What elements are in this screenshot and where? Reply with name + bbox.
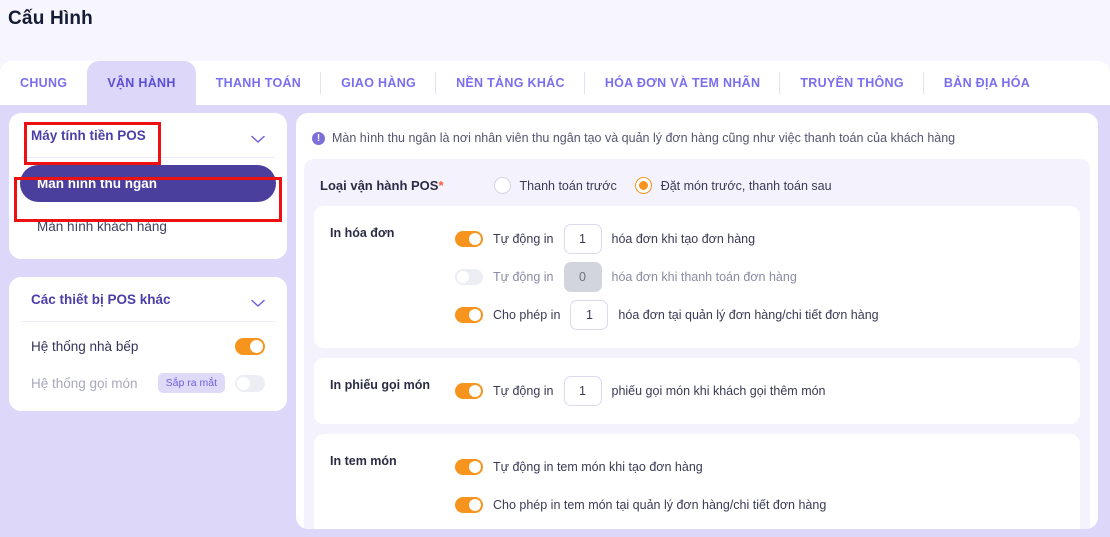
print-group-lines: Tự động in tem món khi tạo đơn hàng Cho p… — [455, 448, 1064, 524]
sidebar-row-order-label: Hệ thống gọi món — [31, 375, 138, 391]
tab-nền-tảng-khác[interactable]: NỀN TẢNG KHÁC — [436, 61, 585, 105]
tab-bar: CHUNG VẬN HÀNH THANH TOÁN GIAO HÀNG NỀN TẢNG… — [0, 61, 1110, 105]
chevron-down-icon[interactable] — [251, 295, 265, 307]
order-system-toggle[interactable] — [235, 374, 265, 392]
print-setting-tail-text: phiếu gọi món khi khách gọi thêm món — [611, 384, 826, 398]
print-count-input[interactable]: 1 — [563, 376, 602, 406]
tab-vận-hành[interactable]: VẬN HÀNH — [87, 61, 196, 105]
print-settings-groups: In hóa đơn Tự động in 1 hóa đơn khi tạo đơn… — [314, 206, 1080, 529]
tab-label: GIAO HÀNG — [341, 76, 417, 90]
tab-thanh-toán[interactable]: THANH TOÁN — [195, 61, 322, 105]
tab-label: VẬN HÀNH — [107, 76, 176, 90]
print-setting-toggle-label: Tự động in — [493, 384, 554, 398]
pos-type-row: Loại vận hành POS* Thanh toán trước Đặt … — [314, 169, 1080, 206]
sidebar-section-other-header[interactable]: Các thiết bị POS khác — [9, 277, 287, 321]
sidebar-divider — [21, 157, 275, 158]
print-setting-toggle-label: Tự động in tem món khi tạo đơn hàng — [493, 460, 703, 474]
main-panel: ! Màn hình thu ngân là nơi nhân viên thu… — [296, 113, 1098, 529]
coming-soon-badge: Sắp ra mắt — [157, 373, 225, 393]
sidebar-card-other-devices: Các thiết bị POS khác Hệ thống nhà bếp H… — [9, 277, 287, 411]
print-setting-toggle[interactable] — [455, 269, 483, 285]
print-setting-toggle-label: Tự động in — [493, 232, 554, 246]
print-setting-line: Cho phép in 1 hóa đơn tại quản lý đơn hàng… — [455, 296, 1064, 334]
sidebar-section-pos-header[interactable]: Máy tính tiền POS — [9, 113, 287, 157]
notice-text: Màn hình thu ngân là nơi nhân viên thu n… — [332, 131, 956, 145]
radio-postpay-icon[interactable] — [634, 177, 652, 194]
sidebar-card-pos: Máy tính tiền POS Màn hình thu ngân Màn … — [9, 113, 287, 259]
print-setting-line: Cho phép in tem món tại quản lý đơn hàng… — [455, 486, 1064, 524]
print-group-label: In tem món — [330, 454, 397, 468]
print-setting-toggle[interactable] — [455, 459, 483, 475]
pos-type-option-prepay[interactable]: Thanh toán trước — [493, 177, 617, 194]
sidebar-row-kitchen-label: Hệ thống nhà bếp — [31, 339, 139, 354]
tab-strip: CHUNG VẬN HÀNH THANH TOÁN GIAO HÀNG NỀN TẢNG… — [0, 61, 1110, 105]
page-title: Cấu Hình — [8, 8, 93, 29]
print-setting-toggle-label: Cho phép in tem món tại quản lý đơn hàng… — [493, 498, 827, 512]
print-setting-toggle-label: Cho phép in — [493, 308, 561, 322]
print-count-input: 0 — [563, 262, 602, 292]
print-count-input[interactable]: 1 — [563, 224, 602, 254]
sidebar-item-customer-screen[interactable]: Màn hình khách hàng — [20, 208, 276, 245]
print-setting-line: Tự động in 1 hóa đơn khi tạo đơn hàng — [455, 220, 1064, 258]
info-icon: ! — [312, 131, 325, 145]
sidebar-row-kitchen-system: Hệ thống nhà bếp — [9, 329, 287, 364]
tab-giao-hàng[interactable]: GIAO HÀNG — [321, 61, 437, 105]
print-setting-toggle[interactable] — [455, 497, 483, 513]
print-setting-toggle[interactable] — [455, 307, 483, 323]
print-setting-line: Tự động in 0 hóa đơn khi thanh toán đơn hà… — [455, 258, 1064, 296]
print-group-card: In tem món Tự động in tem món khi tạo đơn… — [314, 434, 1080, 529]
notice-banner: ! Màn hình thu ngân là nơi nhân viên thu… — [296, 113, 1098, 159]
print-count-input[interactable]: 1 — [570, 300, 609, 330]
print-group: In phiếu gọi món Tự động in 1 phiếu gọi món… — [330, 372, 1064, 410]
pos-type-option-postpay[interactable]: Đặt món trước, thanh toán sau — [634, 177, 832, 194]
tab-label: BẢN ĐỊA HÓA — [943, 76, 1031, 90]
radio-prepay-icon[interactable] — [493, 177, 511, 194]
tab-label: CHUNG — [20, 76, 68, 90]
config-page: Cấu Hình CHUNG VẬN HÀNH THANH TOÁN GIAO HÀN… — [0, 0, 1110, 537]
print-setting-tail-text: hóa đơn khi thanh toán đơn hàng — [611, 270, 797, 284]
sidebar-item-cashier-screen[interactable]: Màn hình thu ngân — [20, 165, 276, 202]
kitchen-system-toggle[interactable] — [235, 338, 265, 355]
tab-label: NỀN TẢNG KHÁC — [456, 76, 565, 90]
print-group-lines: Tự động in 1 phiếu gọi món khi khách gọi t… — [455, 372, 1064, 410]
chevron-down-icon[interactable] — [251, 131, 265, 143]
print-group: In tem món Tự động in tem món khi tạo đơn… — [330, 448, 1064, 524]
sidebar-section-pos-title: Máy tính tiền POS — [31, 128, 146, 143]
tab-chung[interactable]: CHUNG — [0, 61, 88, 105]
sidebar-divider — [21, 321, 275, 322]
sidebar: Máy tính tiền POS Màn hình thu ngân Màn … — [9, 113, 287, 411]
print-setting-line: Tự động in 1 phiếu gọi món khi khách gọi t… — [455, 372, 1064, 410]
print-group-card: In hóa đơn Tự động in 1 hóa đơn khi tạo đơn… — [314, 206, 1080, 348]
tab-label: HÓA ĐƠN VÀ TEM NHÃN — [604, 76, 761, 90]
tab-truyền-thông[interactable]: TRUYỀN THÔNG — [780, 61, 924, 105]
print-group-label: In phiếu gọi món — [330, 378, 430, 392]
print-setting-line: Tự động in tem món khi tạo đơn hàng — [455, 448, 1064, 486]
print-group: In hóa đơn Tự động in 1 hóa đơn khi tạo đơn… — [330, 220, 1064, 334]
print-setting-toggle-label: Tự động in — [493, 270, 554, 284]
sidebar-section-other-title: Các thiết bị POS khác — [31, 292, 171, 307]
settings-container: Loại vận hành POS* Thanh toán trước Đặt … — [304, 159, 1090, 529]
print-setting-tail-text: hóa đơn khi tạo đơn hàng — [611, 232, 756, 246]
tab-label: THANH TOÁN — [215, 76, 302, 90]
print-group-label: In hóa đơn — [330, 226, 395, 240]
radio-postpay-label: Đặt món trước, thanh toán sau — [660, 178, 832, 193]
sidebar-row-order-system: Hệ thống gọi món Sắp ra mắt — [9, 364, 287, 411]
tab-bản-địa-hóa[interactable]: BẢN ĐỊA HÓA — [923, 61, 1051, 105]
print-setting-toggle[interactable] — [455, 231, 483, 247]
tab-hóa-đơn-và-tem-nhãn[interactable]: HÓA ĐƠN VÀ TEM NHÃN — [584, 61, 781, 105]
pos-type-label: Loại vận hành POS* — [320, 178, 444, 193]
print-group-card: In phiếu gọi món Tự động in 1 phiếu gọi món… — [314, 358, 1080, 424]
print-group-lines: Tự động in 1 hóa đơn khi tạo đơn hàng Tự độ… — [455, 220, 1064, 334]
print-setting-tail-text: hóa đơn tại quản lý đơn hàng/chi tiết đơ… — [618, 308, 879, 322]
print-setting-toggle[interactable] — [455, 383, 483, 399]
tab-label: TRUYỀN THÔNG — [800, 76, 904, 90]
radio-prepay-label: Thanh toán trước — [519, 178, 617, 193]
